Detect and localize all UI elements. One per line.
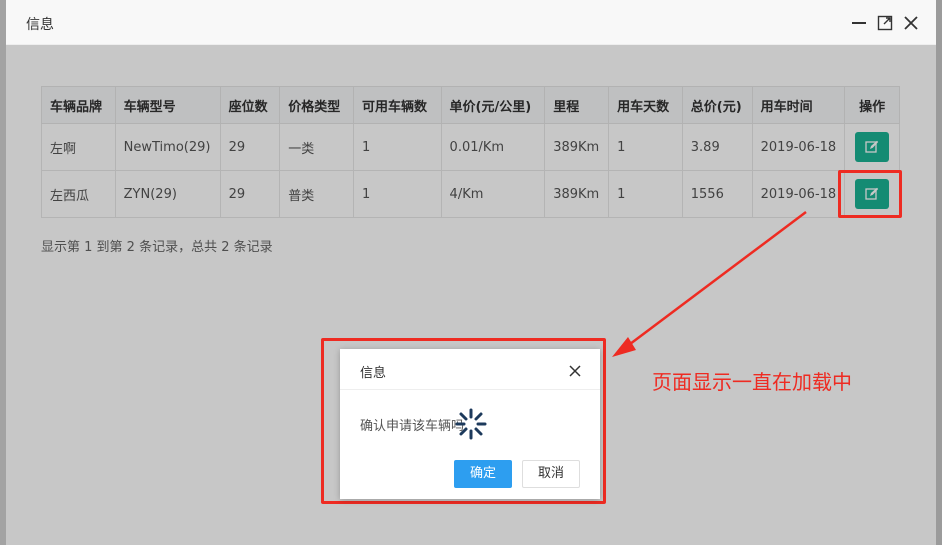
window-header: 信息 — [6, 0, 936, 45]
confirm-dialog: 信息 确认申请该车辆吗 确定 取消 — [340, 349, 600, 499]
window-title: 信息 — [26, 17, 54, 33]
confirm-cancel-button[interactable]: 取消 — [522, 460, 580, 488]
confirm-ok-button[interactable]: 确定 — [454, 460, 512, 488]
annotation-box-action — [838, 170, 902, 218]
dialog-header: 信息 — [340, 349, 600, 390]
dialog-title: 信息 — [360, 366, 387, 381]
annotation-text: 页面显示一直在加载中 — [652, 370, 852, 394]
loading-spinner-icon — [455, 408, 487, 440]
maximize-icon[interactable] — [876, 14, 894, 32]
dialog-close-icon[interactable] — [568, 363, 582, 377]
dialog-message: 确认申请该车辆吗 — [360, 419, 465, 434]
close-icon[interactable] — [902, 14, 920, 32]
minimize-icon[interactable] — [850, 14, 868, 32]
